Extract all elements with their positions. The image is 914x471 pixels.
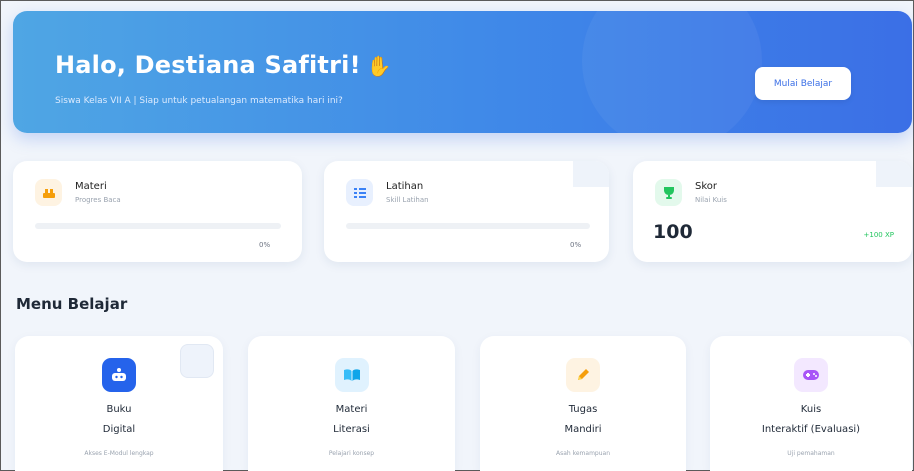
menu-card-title-line2: Mandiri	[564, 424, 602, 435]
welcome-banner: Halo, Destiana Safitri! ✋ Siswa Kelas VII…	[13, 11, 912, 133]
pencil-icon	[566, 358, 600, 392]
banner-decoration	[582, 11, 762, 133]
progress-percent: 0%	[259, 241, 271, 249]
menu-card-literacy[interactable]: Materi Literasi Pelajari konsep	[248, 336, 455, 471]
progress-bar	[35, 223, 281, 229]
progress-percent: 0%	[570, 241, 582, 249]
waving-hand-icon: ✋	[366, 54, 392, 78]
xp-badge: +100 XP	[863, 231, 894, 239]
menu-card-digital-book[interactable]: Buku Digital Akses E-Modul lengkap	[15, 336, 223, 471]
robot-icon	[102, 358, 136, 392]
menu-card-quiz[interactable]: Kuis Interaktif (Evaluasi) Uji pemahaman	[710, 336, 912, 471]
menu-card-title-line1: Tugas	[568, 404, 598, 415]
menu-card-title-line2: Interaktif (Evaluasi)	[761, 424, 861, 435]
menu-card-description: Uji pemahaman	[787, 450, 835, 457]
stat-sublabel: Nilai Kuis	[695, 196, 727, 204]
progress-bar	[346, 223, 590, 229]
menu-card-description: Asah kemampuan	[555, 450, 611, 457]
stat-card-skor: Skor Nilai Kuis 100 +100 XP	[633, 161, 912, 262]
greeting-subtitle: Siswa Kelas VII A | Siap untuk petualang…	[55, 96, 343, 106]
stat-sublabel: Skill Latihan	[386, 196, 429, 204]
start-learning-button[interactable]: Mulai Belajar	[755, 67, 851, 100]
greeting-text: Halo, Destiana Safitri!	[55, 51, 361, 79]
stat-label: Latihan	[386, 181, 424, 192]
stat-label: Skor	[695, 181, 718, 192]
stat-label: Materi	[75, 181, 107, 192]
stat-sublabel: Progres Baca	[75, 196, 121, 204]
menu-card-title-line1: Kuis	[800, 404, 822, 415]
card-corner-decoration	[876, 161, 912, 187]
greeting-title: Halo, Destiana Safitri! ✋	[55, 51, 392, 79]
card-corner-decoration	[180, 344, 214, 378]
menu-card-title-line2: Literasi	[333, 424, 370, 435]
stat-card-materi: Materi Progres Baca 0%	[13, 161, 302, 262]
list-icon	[346, 179, 373, 206]
stat-card-latihan: Latihan Skill Latihan 0%	[324, 161, 609, 262]
menu-card-title-line1: Buku	[106, 404, 132, 415]
menu-section-title: Menu Belajar	[16, 295, 128, 313]
menu-card-title-line2: Digital	[102, 424, 136, 435]
menu-card-description: Pelajari konsep	[328, 450, 375, 457]
card-corner-decoration	[573, 161, 609, 187]
menu-card-description: Akses E-Modul lengkap	[84, 450, 154, 457]
menu-card-title-line1: Materi	[335, 404, 368, 415]
menu-card-assignment[interactable]: Tugas Mandiri Asah kemampuan	[480, 336, 686, 471]
gamepad-icon	[794, 358, 828, 392]
open-book-icon	[334, 358, 369, 392]
score-value: 100	[653, 221, 693, 243]
trophy-icon	[655, 179, 682, 206]
book-stack-icon	[35, 179, 62, 206]
